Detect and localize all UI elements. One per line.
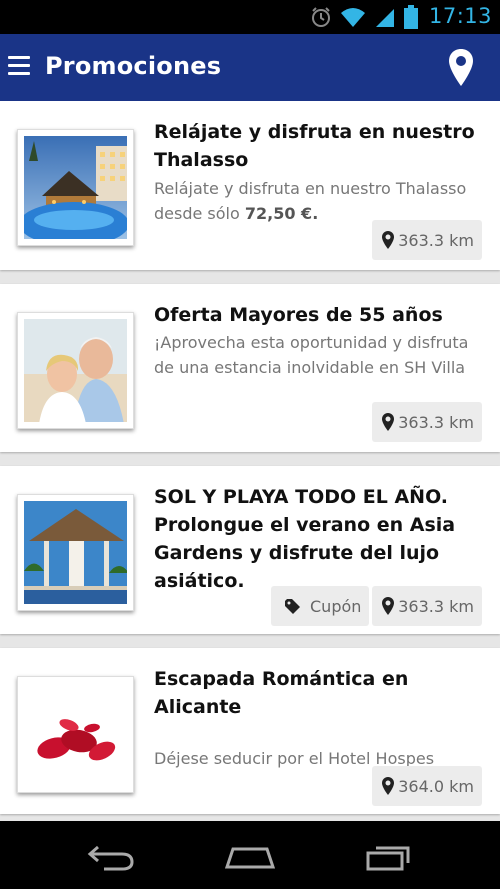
hamburger-menu-icon[interactable] xyxy=(8,56,30,76)
promotion-card[interactable]: Oferta Mayores de 55 años ¡Aprovecha est… xyxy=(0,284,500,452)
app-bar: Promociones xyxy=(0,34,500,101)
promotion-card[interactable]: Relájate y disfruta en nuestro Thalasso … xyxy=(0,101,500,270)
promotion-thumbnail xyxy=(17,676,134,793)
status-bar: 17:13 xyxy=(0,0,500,34)
promotion-thumbnail xyxy=(17,494,134,611)
hotel-pool-image xyxy=(24,136,127,239)
asian-pavilion-image xyxy=(24,501,127,604)
promotion-description: ¡Aprovecha esta oportunidad y disfruta d… xyxy=(154,333,469,377)
back-icon[interactable] xyxy=(86,841,136,871)
status-time: 17:13 xyxy=(428,4,492,28)
promotion-title: Relájate y disfruta en nuestro Thalasso xyxy=(154,121,475,171)
system-nav-bar xyxy=(0,821,500,889)
signal-icon xyxy=(376,9,394,27)
distance-text: 364.0 km xyxy=(398,776,474,796)
coupon-label: Cupón xyxy=(310,596,362,616)
recent-apps-icon[interactable] xyxy=(364,841,414,871)
location-pin-icon xyxy=(382,231,395,249)
location-pin-icon[interactable] xyxy=(448,48,474,88)
status-icons xyxy=(310,4,418,30)
promotion-thumbnail xyxy=(17,312,134,429)
distance-text: 363.3 km xyxy=(398,230,474,250)
distance-badge: 364.0 km xyxy=(372,766,482,806)
distance-text: 363.3 km xyxy=(398,596,474,616)
home-icon[interactable] xyxy=(225,841,275,871)
distance-badge: 363.3 km xyxy=(372,220,482,260)
distance-badge: 363.3 km xyxy=(372,402,482,442)
rose-petals-image xyxy=(24,683,127,786)
alarm-icon xyxy=(312,7,330,27)
coupon-badge[interactable]: Cupón xyxy=(271,586,370,626)
tag-icon xyxy=(285,598,300,614)
promotion-thumbnail xyxy=(17,129,134,246)
distance-badge: 363.3 km xyxy=(372,586,482,626)
promotions-list[interactable]: Relájate y disfruta en nuestro Thalasso … xyxy=(0,101,500,821)
promotion-title: Escapada Romántica en Alicante xyxy=(154,668,409,718)
distance-text: 363.3 km xyxy=(398,412,474,432)
promotion-title: Oferta Mayores de 55 años xyxy=(154,304,443,326)
location-pin-icon xyxy=(382,597,395,615)
battery-icon xyxy=(404,5,418,29)
promotion-description: Relájate y disfruta en nuestro Thalasso … xyxy=(154,176,489,226)
page-title: Promociones xyxy=(45,52,222,80)
location-pin-icon xyxy=(382,777,395,795)
promotion-card[interactable]: Escapada Romántica en Alicante Déjese se… xyxy=(0,648,500,814)
location-pin-icon xyxy=(382,413,395,431)
senior-couple-image xyxy=(24,319,127,422)
promotion-card[interactable]: SOL Y PLAYA TODO EL AÑO. Prolongue el ve… xyxy=(0,466,500,634)
promotion-price: 72,50 €. xyxy=(244,204,319,223)
wifi-icon xyxy=(341,8,365,27)
promotion-title: SOL Y PLAYA TODO EL AÑO. Prolongue el ve… xyxy=(154,486,456,592)
